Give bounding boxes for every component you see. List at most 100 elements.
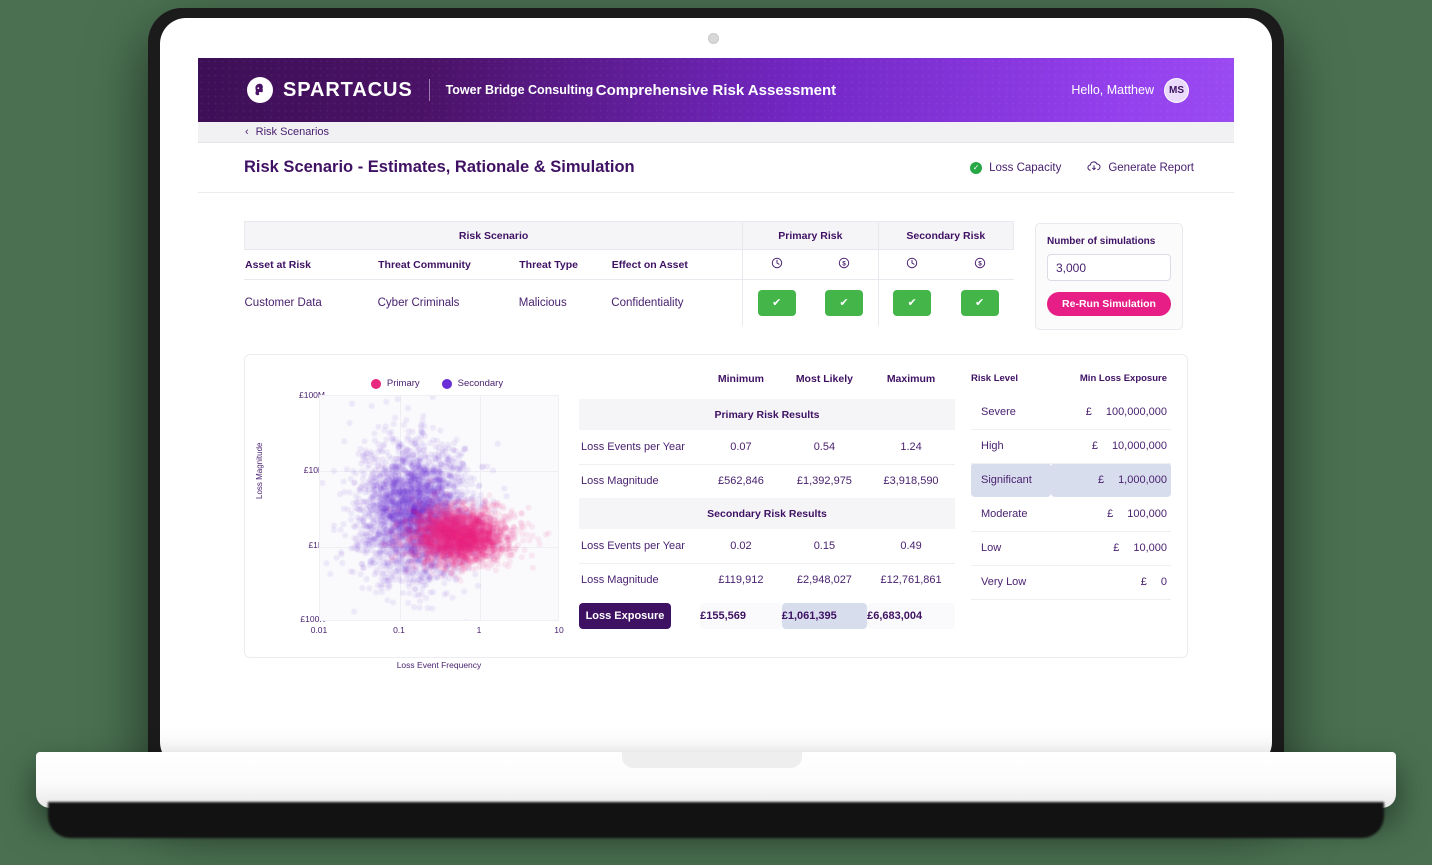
brand-logo-group[interactable]: SPARTACUS Tower Bridge Consulting: [247, 77, 593, 103]
loss-exposure-minimum: £155,569: [700, 603, 782, 629]
breadcrumb-link-risk-scenarios[interactable]: ‹ Risk Scenarios: [245, 126, 329, 138]
secondary-loss-events-label: Loss Events per Year: [579, 529, 701, 564]
page-body: Risk Scenario Primary Risk Secondary Ris…: [198, 193, 1234, 670]
scatter-points: [320, 396, 558, 620]
app-header: SPARTACUS Tower Bridge Consulting Compre…: [198, 58, 1234, 122]
brand-divider: [428, 79, 430, 101]
cell-primary-magnitude-toggle: ✔: [810, 280, 878, 326]
risk-amount-significant: £1,000,000: [1051, 463, 1171, 497]
currency-symbol: £: [1091, 440, 1098, 452]
legend-item-primary[interactable]: Primary: [370, 378, 420, 389]
primary-frequency-check-button[interactable]: ✔: [757, 289, 796, 316]
risk-level-low: Low: [971, 531, 1052, 566]
check-icon: ✔: [907, 297, 917, 310]
cell-secondary-frequency-toggle: ✔: [877, 279, 946, 326]
results-col-blank: [579, 373, 700, 399]
secondary-results-band-label: Secondary Risk Results: [579, 498, 955, 529]
risk-level-significant: Significant: [971, 463, 1052, 497]
risk-level-high: High: [971, 429, 1052, 464]
x-tick-10: 10: [554, 625, 564, 635]
table-row[interactable]: Very Low £0: [971, 565, 1171, 600]
user-menu[interactable]: Hello, Matthew MS: [1071, 77, 1189, 103]
secondary-magnitude-check-button[interactable]: ✔: [960, 289, 999, 316]
loss-exposure-label-cell: Loss Exposure: [579, 597, 700, 629]
primary-loss-events-minimum: 0.07: [700, 430, 782, 465]
risk-level-col-header: Risk Level: [971, 373, 1018, 384]
col-effect-on-asset: Effect on Asset: [611, 249, 743, 280]
risk-amount-low-value: 10,000: [1133, 542, 1167, 554]
svg-text:$: $: [978, 261, 982, 268]
x-tick-01: 0.1: [393, 625, 405, 635]
chevron-left-icon: ‹: [245, 126, 249, 138]
clock-icon: [771, 257, 783, 272]
secondary-loss-events-maximum: 0.49: [867, 529, 955, 564]
risk-amount-severe: £100,000,000: [1051, 395, 1171, 430]
y-axis-label: Loss Magnitude: [255, 442, 264, 499]
cell-threat-type: Malicious: [518, 296, 567, 309]
primary-magnitude-check-button[interactable]: ✔: [824, 289, 863, 316]
col-secondary-magnitude-icon: $: [945, 249, 1014, 280]
plot-canvas-container: [319, 395, 559, 621]
legend-label-secondary: Secondary: [457, 378, 504, 389]
table-row[interactable]: High £10,000,000: [971, 429, 1171, 464]
table-row[interactable]: Moderate £100,000: [971, 497, 1171, 532]
brand-name: SPARTACUS: [283, 78, 413, 101]
risk-results-table: Minimum Most Likely Maximum Primary Risk…: [579, 373, 955, 629]
secondary-frequency-check-button[interactable]: ✔: [893, 289, 932, 316]
check-circle-icon: ✓: [970, 161, 983, 174]
risk-level-header-row: Risk Level Min Loss Exposure: [971, 373, 1171, 395]
loss-capacity-label: Loss Capacity: [989, 161, 1062, 174]
primary-loss-events-maximum: 1.24: [867, 430, 955, 465]
risk-amount-moderate-value: 100,000: [1127, 507, 1167, 520]
spartacus-helmet-icon: [247, 77, 273, 103]
results-col-maximum: Maximum: [886, 373, 936, 385]
cell-asset-at-risk: Customer Data: [244, 296, 322, 309]
avatar[interactable]: MS: [1164, 77, 1189, 103]
col-secondary-frequency-icon: [877, 249, 946, 280]
check-icon: ✔: [839, 297, 849, 310]
col-asset-at-risk: Asset at Risk: [244, 249, 378, 280]
x-axis-label: Loss Event Frequency: [396, 660, 482, 670]
results-col-minimum: Minimum: [717, 373, 764, 385]
table-row: Loss Events per Year 0.07 0.54 1.24: [579, 430, 955, 465]
cloud-download-icon: [1087, 160, 1101, 175]
risk-amount-moderate: £100,000: [1051, 497, 1171, 532]
primary-loss-magnitude-most-likely: £1,392,975: [796, 475, 852, 488]
loss-exposure-most-likely-cell: £1,061,395: [781, 597, 868, 629]
primary-loss-magnitude-maximum: £3,918,590: [883, 475, 939, 488]
table-row: Loss Magnitude £119,912 £2,948,027 £12,7…: [579, 563, 955, 597]
money-icon: $: [838, 257, 850, 272]
simulation-panel: Number of simulations Re-Run Simulation: [1035, 223, 1183, 330]
number-of-simulations-input[interactable]: [1047, 254, 1171, 281]
loss-exposure-label: Loss Exposure: [579, 603, 671, 629]
x-tick-001: 0.01: [310, 625, 328, 635]
group-header-primary-risk: Primary Risk: [742, 221, 879, 250]
table-row[interactable]: Customer Data Cyber Criminals Malicious …: [244, 279, 1014, 326]
currency-symbol: £: [1140, 576, 1147, 588]
loss-exposure-maximum-cell: £6,683,004: [867, 597, 955, 629]
table-row-selected[interactable]: Significant £1,000,000: [971, 463, 1171, 497]
table-row: Loss Events per Year 0.02 0.15 0.49: [579, 529, 955, 564]
col-primary-magnitude-icon: $: [810, 249, 879, 280]
re-run-simulation-button[interactable]: Re-Run Simulation: [1047, 292, 1171, 316]
generate-report-button[interactable]: Generate Report: [1087, 160, 1194, 175]
risk-amount-very-low: £0: [1051, 565, 1171, 600]
currency-symbol: £: [1085, 405, 1092, 418]
x-tick-1: 1: [476, 625, 482, 635]
table-row[interactable]: Severe £100,000,000: [971, 395, 1171, 430]
greeting-text: Hello, Matthew: [1071, 83, 1154, 97]
primary-results-band: Primary Risk Results: [579, 399, 955, 430]
scatter-chart: Primary Secondary Loss Magnitude £100M £…: [255, 373, 573, 670]
risk-amount-very-low-value: 0: [1160, 576, 1167, 588]
risk-amount-high-value: 10,000,000: [1111, 440, 1167, 452]
currency-symbol: £: [1113, 542, 1120, 554]
money-icon: $: [974, 257, 986, 272]
legend-item-secondary[interactable]: Secondary: [441, 378, 504, 389]
legend-dot-secondary-icon: [441, 378, 452, 389]
scenario-column-header-row: Asset at Risk Threat Community Threat Ty…: [244, 249, 1014, 280]
brand-subtitle: Tower Bridge Consulting: [445, 83, 594, 97]
table-row[interactable]: Low £10,000: [971, 531, 1171, 566]
legend-label-primary: Primary: [386, 378, 420, 389]
results-col-most-likely: Most Likely: [795, 373, 853, 385]
loss-capacity-button[interactable]: ✓ Loss Capacity: [970, 161, 1062, 174]
